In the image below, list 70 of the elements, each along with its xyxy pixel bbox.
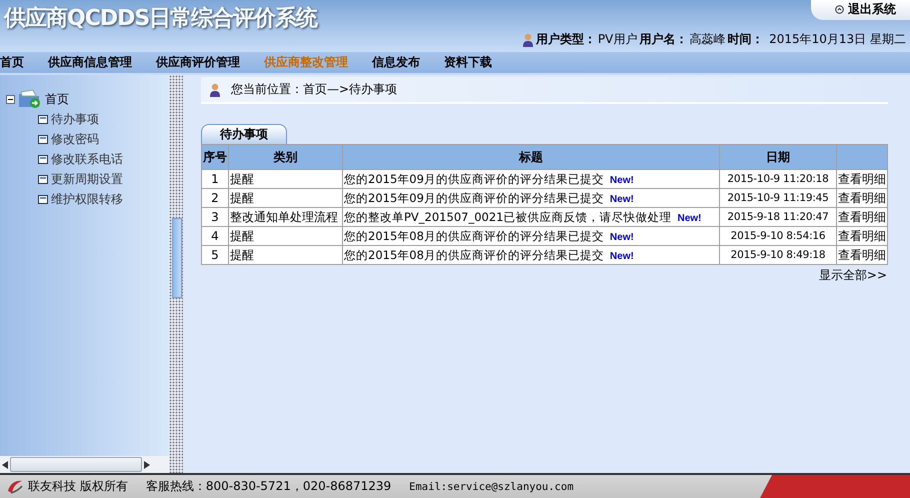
user-type: PV用户 [598, 31, 638, 48]
copyright: 联友科技 版权所有 [28, 478, 128, 495]
page-icon [38, 175, 48, 184]
table-cell: 2015-10-9 11:19:45 [720, 188, 836, 208]
table-cell: 5 [202, 246, 228, 264]
table-cell: 2015-9-10 8:49:18 [720, 246, 836, 264]
app-title: 供应商QCDDS日常综合评价系统 [2, 4, 318, 33]
user-icon [522, 32, 534, 46]
new-label: New! [610, 250, 634, 262]
column-header: 标题 [342, 144, 720, 170]
table-cell: 提醒 [228, 188, 342, 208]
nav-tab[interactable]: 首页 [0, 54, 24, 71]
tree-item[interactable]: 待办事项 [51, 111, 99, 128]
email: Email:service@szlanyou.com [409, 480, 574, 492]
new-label: New! [610, 232, 634, 242]
collapse-icon[interactable] [6, 94, 15, 104]
page-icon [38, 195, 48, 204]
logo-icon [6, 478, 24, 494]
horizontal-scrollbar[interactable] [0, 456, 170, 473]
logout-button[interactable]: 退出系统 [811, 0, 910, 20]
table-cell: 2015-10-9 11:20:18 [720, 170, 836, 188]
page-icon [38, 115, 48, 124]
table-cell: 2 [202, 188, 228, 208]
tree-item[interactable]: 修改联系电话 [51, 151, 123, 168]
time-label: 时间： [727, 31, 764, 48]
table-cell: 整改通知单处理流程 [228, 208, 342, 226]
hotline: 客服热线：800-830-5721，020-86871239 [146, 478, 392, 495]
nav-tab[interactable]: 资料下载 [444, 54, 492, 71]
tree-item[interactable]: 维护权限转移 [51, 191, 123, 208]
logout-icon [835, 5, 844, 14]
new-label: New! [610, 194, 634, 204]
breadcrumb: 您当前位置：首页—>待办事项 [231, 81, 398, 98]
message-title: 您的2015年09月的供应商评价的评分结果已提交 [344, 190, 604, 204]
user-icon [209, 82, 221, 96]
new-label: New! [610, 174, 634, 186]
message-title: 您的2015年08月的供应商评价的评分结果已提交 [344, 248, 604, 262]
tree-item[interactable]: 更新周期设置 [51, 171, 123, 188]
tree-item[interactable]: 修改密码 [51, 131, 99, 148]
table-cell: 2015-9-18 11:20:47 [720, 208, 836, 226]
table-cell: 3 [202, 208, 228, 226]
show-all-link[interactable]: 显示全部>> [818, 268, 887, 282]
scroll-thumb[interactable] [10, 457, 142, 472]
page-icon [38, 155, 48, 164]
table-cell: 4 [202, 226, 228, 246]
nav-tab[interactable]: 供应商信息管理 [48, 54, 132, 71]
column-header: 序号 [202, 144, 228, 170]
user-name-label: 用户名： [639, 31, 688, 48]
splitter-handle[interactable] [172, 218, 182, 298]
nav-tab[interactable]: 供应商评价管理 [156, 54, 240, 71]
table-cell: 2015-9-10 8:54:16 [720, 226, 836, 246]
user-type-label: 用户类型： [536, 31, 596, 48]
table-cell: 提醒 [228, 170, 342, 188]
message-title: 您的2015年09月的供应商评价的评分结果已提交 [344, 172, 604, 186]
table-cell: 1 [202, 170, 228, 188]
user-name: 高蕊峰 [689, 31, 726, 48]
panel-tab[interactable]: 待办事项 [201, 124, 287, 144]
message-title: 您的整改单PV_201507_0021已被供应商反馈，请尽快做处理 [344, 210, 672, 224]
date-time: 2015年10月13日 星期二 [768, 31, 906, 48]
nav-tab[interactable]: 信息发布 [372, 54, 420, 71]
table-cell: 提醒 [228, 246, 342, 264]
column-header: 类别 [228, 144, 342, 170]
page-icon [38, 135, 48, 144]
table-cell: 提醒 [228, 226, 342, 246]
message-title: 您的2015年08月的供应商评价的评分结果已提交 [344, 228, 604, 242]
tree-item[interactable]: 首页 [45, 90, 69, 108]
scroll-right-icon[interactable] [144, 460, 150, 468]
folder-icon [18, 89, 42, 109]
column-header: 日期 [720, 144, 836, 170]
scroll-left-icon[interactable] [2, 460, 8, 468]
new-label: New! [677, 212, 702, 224]
